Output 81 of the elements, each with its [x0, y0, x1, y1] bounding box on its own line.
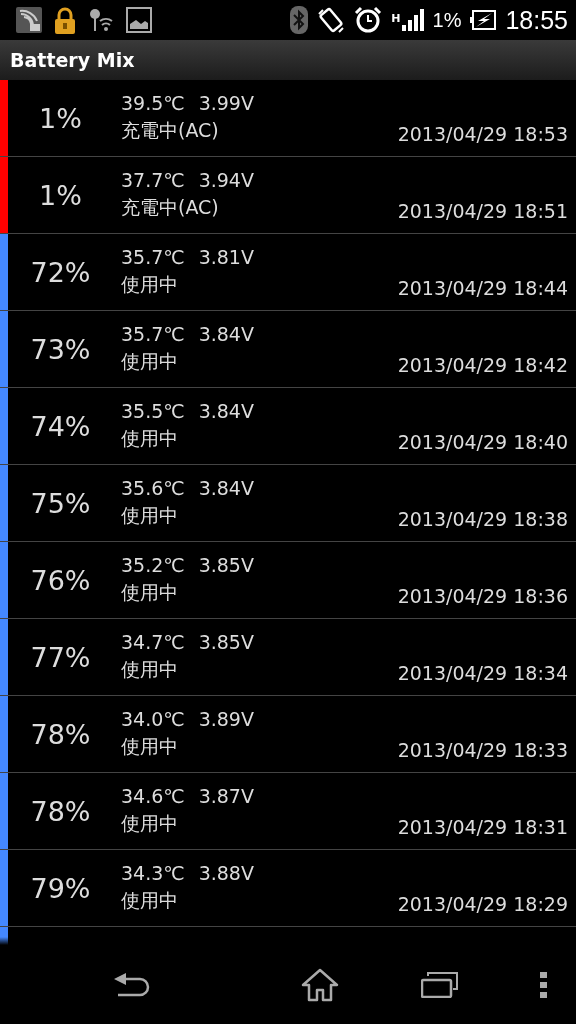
history-row[interactable]: 78% 34.0℃ 3.89V 使用中 2013/04/29 18:33: [0, 696, 576, 773]
battery-level: 75%: [30, 487, 91, 519]
battery-level: 78%: [30, 795, 91, 827]
temperature: 39.5℃: [121, 92, 185, 114]
history-row[interactable]: 1% 37.7℃ 3.94V 充電中(AC) 2013/04/29 18:51: [0, 157, 576, 234]
temperature: 35.5℃: [121, 400, 185, 422]
temperature: 34.3℃: [121, 862, 185, 884]
history-row[interactable]: 76% 35.2℃ 3.85V 使用中 2013/04/29 18:36: [0, 542, 576, 619]
voltage: 3.89V: [198, 708, 254, 730]
signal-icon: [401, 9, 424, 31]
battery-level: 1%: [39, 179, 82, 211]
battery-level: 76%: [30, 564, 91, 596]
battery-level: 77%: [30, 641, 91, 673]
voltage: 3.84V: [198, 400, 254, 422]
battery-level: 73%: [30, 333, 91, 365]
history-row[interactable]: 74% 35.5℃ 3.84V 使用中 2013/04/29 18:40: [0, 388, 576, 465]
temperature: 35.7℃: [121, 246, 185, 268]
timestamp: 2013/04/29 18:36: [397, 585, 569, 607]
history-row[interactable]: 78% 34.6℃ 3.87V 使用中 2013/04/29 18:31: [0, 773, 576, 850]
home-button[interactable]: [301, 967, 340, 1002]
charge-state: 使用中: [121, 580, 179, 605]
recent-apps-button[interactable]: [420, 971, 459, 998]
charge-state: 使用中: [121, 657, 179, 682]
temperature: 35.2℃: [121, 554, 185, 576]
battery-level: 79%: [30, 872, 91, 904]
image-icon: [126, 7, 152, 33]
voltage: 3.87V: [198, 785, 254, 807]
voltage: 3.84V: [198, 323, 254, 345]
charge-state: 充電中(AC): [121, 195, 220, 220]
voltage: 3.84V: [198, 477, 254, 499]
battery-charging-icon: [470, 10, 497, 30]
network-type: H: [391, 11, 401, 25]
voltage: 3.85V: [198, 554, 254, 576]
timestamp: 2013/04/29 18:40: [397, 431, 569, 453]
temperature: 34.7℃: [121, 631, 185, 653]
history-row[interactable]: 77% 34.7℃ 3.85V 使用中 2013/04/29 18:34: [0, 619, 576, 696]
history-row[interactable]: 1% 39.5℃ 3.99V 充電中(AC) 2013/04/29 18:53: [0, 80, 576, 157]
overflow-menu-button[interactable]: [540, 971, 548, 998]
battery-level: 78%: [30, 718, 91, 750]
timestamp: 2013/04/29 18:53: [397, 123, 569, 145]
history-row[interactable]: 73% 35.7℃ 3.84V 使用中 2013/04/29 18:42: [0, 311, 576, 388]
history-row[interactable]: 79% 34.3℃ 3.88V 使用中 2013/04/29 18:29: [0, 850, 576, 927]
battery-level: 1%: [39, 102, 82, 134]
charge-state: 使用中: [121, 349, 179, 374]
history-row[interactable]: 75% 35.6℃ 3.84V 使用中 2013/04/29 18:38: [0, 465, 576, 542]
clock-time: 18:55: [505, 5, 568, 35]
bluetooth-icon: [290, 6, 309, 34]
battery-level: 74%: [30, 410, 91, 442]
temperature: 34.6℃: [121, 785, 185, 807]
history-row[interactable]: 72% 35.7℃ 3.81V 使用中 2013/04/29 18:44: [0, 234, 576, 311]
voltage: 3.94V: [198, 169, 254, 191]
timestamp: 2013/04/29 18:31: [397, 816, 569, 838]
battery-percent: 1%: [432, 8, 462, 32]
app-title: Battery Mix: [10, 49, 135, 71]
timestamp: 2013/04/29 18:51: [397, 200, 569, 222]
charge-state: 充電中(AC): [121, 118, 220, 143]
timestamp: 2013/04/29 18:44: [397, 277, 569, 299]
temperature: 35.7℃: [121, 323, 185, 345]
charge-state: 使用中: [121, 272, 179, 297]
charge-state: 使用中: [121, 734, 179, 759]
temperature: 35.6℃: [121, 477, 185, 499]
timestamp: 2013/04/29 18:38: [397, 508, 569, 530]
temperature: 34.0℃: [121, 708, 185, 730]
charge-state: 使用中: [121, 888, 179, 913]
battery-level: 72%: [30, 256, 91, 288]
padlock-icon: [54, 6, 76, 34]
timestamp: 2013/04/29 18:34: [397, 662, 569, 684]
temperature: 37.7℃: [121, 169, 185, 191]
voltage: 3.88V: [198, 862, 254, 884]
charge-state: 使用中: [121, 503, 179, 528]
timestamp: 2013/04/29 18:42: [397, 354, 569, 376]
charge-state: 使用中: [121, 811, 179, 836]
timestamp: 2013/04/29 18:29: [397, 893, 569, 915]
voltage: 3.85V: [198, 631, 254, 653]
voltage: 3.99V: [198, 92, 254, 114]
alarm-clock-icon: [354, 6, 383, 34]
auto-rotate-icon: [317, 6, 346, 34]
charge-state: 使用中: [121, 426, 179, 451]
timestamp: 2013/04/29 18:33: [397, 739, 569, 761]
voltage: 3.81V: [198, 246, 254, 268]
wifi-pin-icon: [88, 7, 114, 33]
